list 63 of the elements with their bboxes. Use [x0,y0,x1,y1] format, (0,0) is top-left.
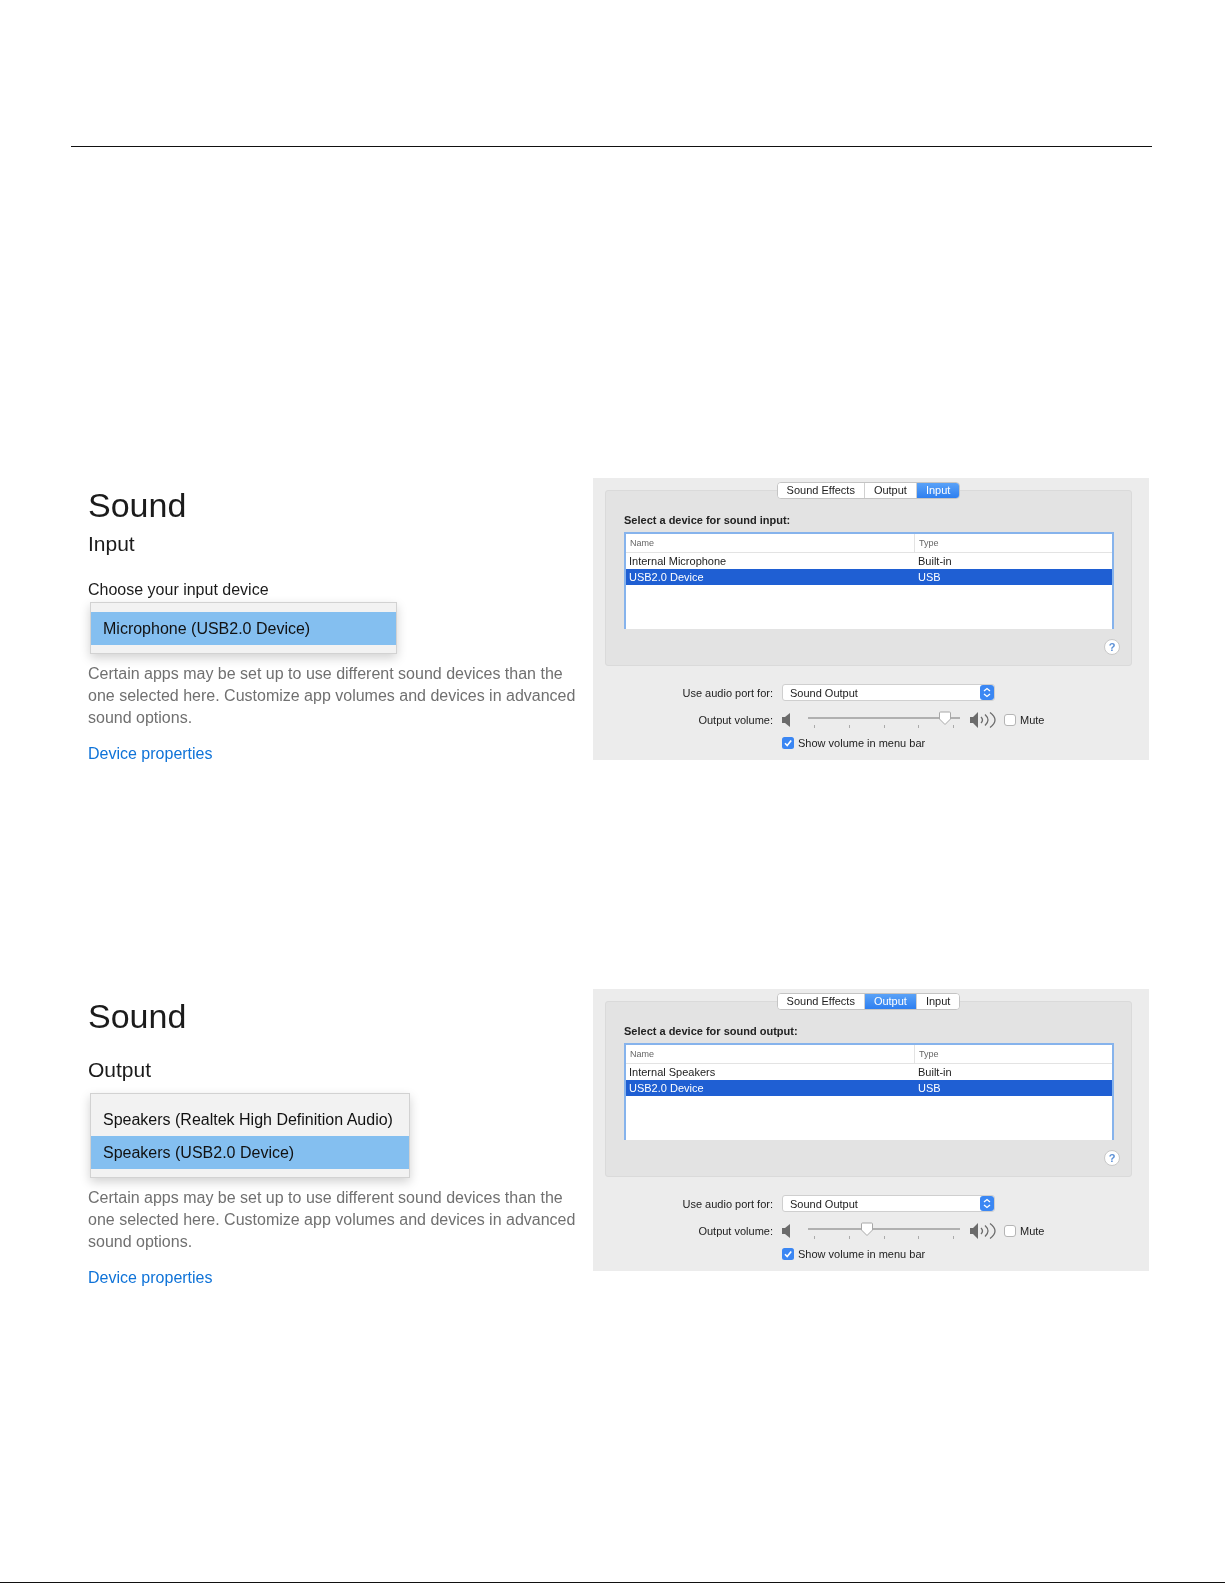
dropdown-option[interactable]: Microphone (USB2.0 Device) [91,612,396,645]
section-heading: Input [88,531,136,557]
audio-port-select[interactable]: Sound Output [782,684,995,701]
tick-mark [883,1236,885,1239]
speaker-icon [782,1224,790,1238]
table-cell-text: Internal Speakers [628,1065,717,1079]
description-text: Certain apps may be set up to use different sound devices than the one selected here. Customize app volumes and devices in advanced sound options. [88,664,577,728]
table-cell-text: USB [917,1081,942,1095]
list-heading: Select a device for sound output: [624,1024,799,1038]
device-row[interactable]: USB2.0 Device USB [626,569,1112,585]
tick-mark [953,725,954,728]
column-header: Type [918,1048,940,1061]
checkbox-label: Mute [1020,1225,1045,1237]
checkbox-label: Show volume in menu bar [798,1248,926,1260]
tick-mark [814,1236,815,1239]
tick-mark [918,725,920,728]
device-properties-link[interactable]: Device properties [88,1267,213,1289]
table-cell-text: Built-in [917,554,953,568]
column-header: Name [626,1045,915,1063]
stepper-icon [980,1196,994,1211]
slider-thumb[interactable] [861,1222,874,1236]
field-label: Use audio port for: [682,1197,773,1210]
column-header: Type [918,537,940,550]
speaker-icon [782,713,790,727]
dropdown-option[interactable]: Speakers (Realtek High Definition Audio) [91,1103,409,1136]
page-title: Sound [88,485,188,525]
slider-thumb[interactable] [938,711,951,725]
dropdown-option[interactable]: Speakers (USB2.0 Device) [91,1136,409,1169]
checkbox-label: Show volume in menu bar [798,737,926,749]
description-text: Certain apps may be set up to use different sound devices than the one selected here. Customize app volumes and devices in advanced sound options. [88,1188,577,1252]
checkbox[interactable] [1004,1225,1016,1237]
tick-mark [848,1236,850,1239]
tick-mark [953,1236,954,1239]
checkbox[interactable] [782,1248,794,1260]
field-label: Output volume: [698,714,773,726]
table-cell-text: USB2.0 Device [628,1081,705,1095]
page-title: Sound [88,996,188,1036]
stepper-icon [980,685,994,700]
device-properties-link[interactable]: Device properties [88,743,213,765]
table-cell-text: Built-in [917,1065,953,1079]
column-header: Name [626,534,915,552]
table-cell-text: USB2.0 Device [628,570,705,584]
section-heading: Output [88,1057,153,1083]
tick-mark [814,725,815,728]
checkbox-label: Mute [1020,714,1045,726]
field-label: Output volume: [698,1225,773,1237]
checkbox[interactable] [782,737,794,749]
list-heading: Select a device for sound input: [624,513,792,527]
audio-port-select[interactable]: Sound Output [782,1195,995,1212]
speaker-waves-icon [970,711,996,729]
table-cell-text: Internal Microphone [628,554,728,568]
field-label: Use audio port for: [682,686,773,699]
field-label: Choose your input device [88,580,270,600]
tick-mark [883,725,885,728]
tab[interactable]: Input [915,994,960,1009]
checkbox[interactable] [1004,714,1016,726]
tick-mark [848,725,850,728]
device-row[interactable]: Internal Microphone Built-in [626,553,1112,569]
device-row[interactable]: USB2.0 Device USB [626,1080,1112,1096]
device-row[interactable]: Internal Speakers Built-in [626,1064,1112,1080]
table-cell-text: USB [917,570,942,584]
tick-mark [918,1236,920,1239]
speaker-waves-icon [970,1222,996,1240]
